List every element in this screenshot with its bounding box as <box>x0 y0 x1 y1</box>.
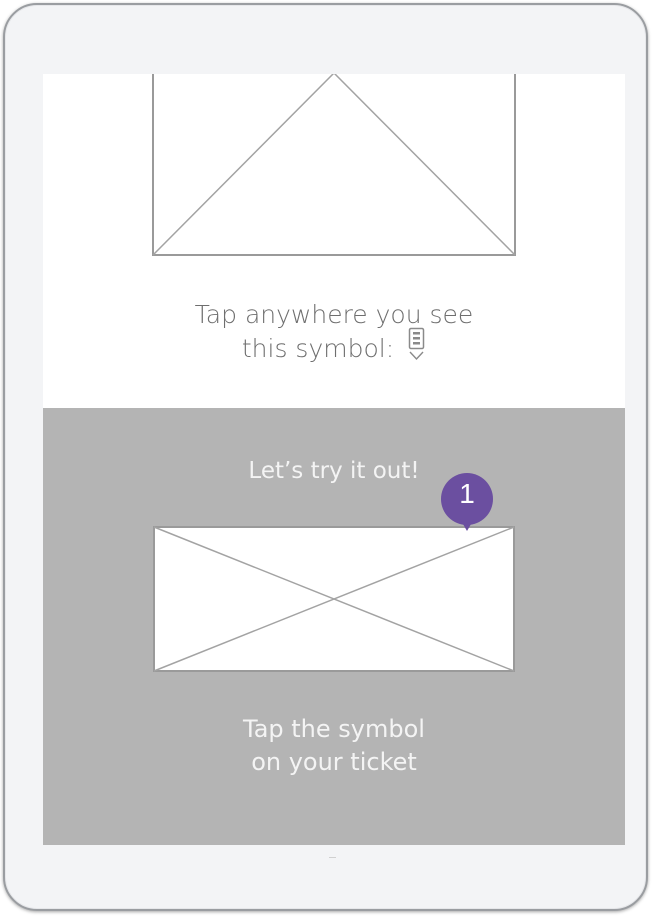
ticket-marker-icon <box>408 327 426 369</box>
ticket-image-placeholder[interactable] <box>153 526 515 672</box>
instruction-line-2-label: this symbol: <box>241 334 395 363</box>
try-it-label: Let’s try it out! <box>248 458 420 484</box>
screen: Tap anywhere you see this symbol: Let’s … <box>43 74 625 845</box>
instruction-text: Tap anywhere you see this symbol: <box>43 298 625 369</box>
home-indicator <box>329 857 336 858</box>
step-badge: 1 <box>439 471 495 535</box>
tap-prompt-line-2: on your ticket <box>251 748 417 776</box>
intro-section: Tap anywhere you see this symbol: <box>43 74 625 408</box>
tutorial-section: Let’s try it out! 1 Tap the symbol on yo… <box>43 408 625 845</box>
tap-prompt: Tap the symbol on your ticket <box>43 713 625 779</box>
tap-prompt-line-1: Tap the symbol <box>243 715 425 743</box>
instruction-line-2: this symbol: <box>43 327 625 369</box>
image-placeholder-top <box>152 74 516 256</box>
instruction-line-1: Tap anywhere you see <box>194 300 474 329</box>
step-badge-number: 1 <box>459 478 475 509</box>
